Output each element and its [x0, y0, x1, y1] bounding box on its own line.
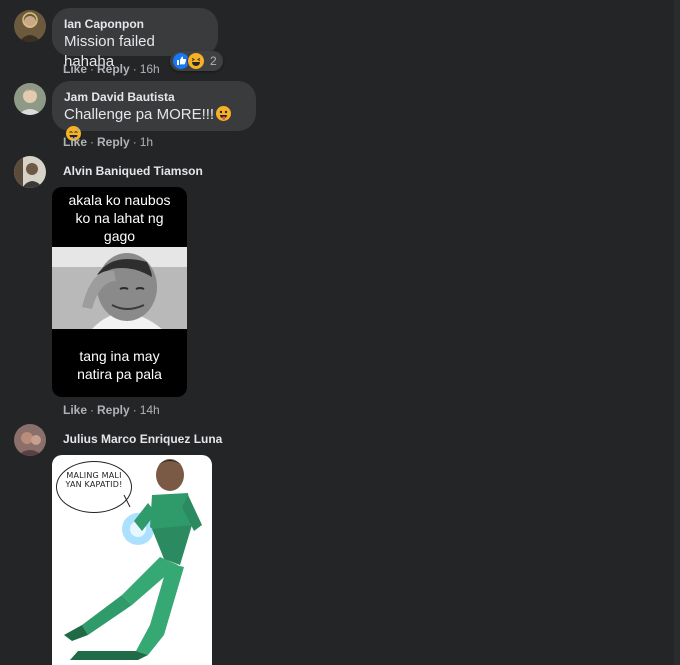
image-caption-bottom: tang ina may natira pa pala [77, 348, 162, 382]
reply-button[interactable]: Reply [97, 135, 130, 149]
avatar[interactable] [14, 10, 46, 42]
comment-author[interactable]: Ian Caponpon [64, 16, 206, 32]
like-button[interactable]: Like [63, 62, 87, 76]
reactions-summary[interactable]: 2 [170, 51, 223, 71]
reply-button[interactable]: Reply [97, 403, 130, 417]
comment-bubble: Ian Caponpon Mission failed hahaha [52, 8, 218, 70]
comment-author[interactable]: Jam David Bautista [64, 89, 244, 105]
reply-button[interactable]: Reply [97, 62, 130, 76]
comment-actions: Like · Reply · 16h [63, 62, 160, 76]
avatar[interactable] [14, 156, 46, 188]
like-button[interactable]: Like [63, 403, 87, 417]
tongue-out-emoji [216, 106, 232, 121]
comment-bubble: Jam David Bautista Challenge pa MORE!!! [52, 81, 256, 141]
haha-icon [187, 52, 205, 70]
comment-time[interactable]: 16h [140, 62, 160, 76]
hero-illustration [64, 459, 202, 660]
comment-actions: Like · Reply · 14h [63, 403, 160, 417]
comment-author[interactable]: Julius Marco Enriquez Luna [63, 431, 222, 447]
comment-time[interactable]: 1h [140, 135, 153, 149]
image-caption-top: akala ko naubos ko na lahat ng gago [68, 192, 171, 244]
comment-image[interactable]: MALING MALI YAN KAPATID! [52, 455, 212, 665]
reaction-count: 2 [210, 54, 217, 68]
avatar[interactable] [14, 424, 46, 456]
comment-actions: Like · Reply · 1h [63, 135, 154, 149]
comment-author[interactable]: Alvin Baniqued Tiamson [63, 163, 203, 179]
avatar[interactable] [14, 83, 46, 115]
comment-time[interactable]: 14h [140, 403, 160, 417]
comment-image[interactable]: akala ko naubos ko na lahat ng gago tang… [52, 187, 187, 397]
like-button[interactable]: Like [63, 135, 87, 149]
scrollbar[interactable] [674, 0, 680, 665]
image-photo [52, 247, 187, 329]
